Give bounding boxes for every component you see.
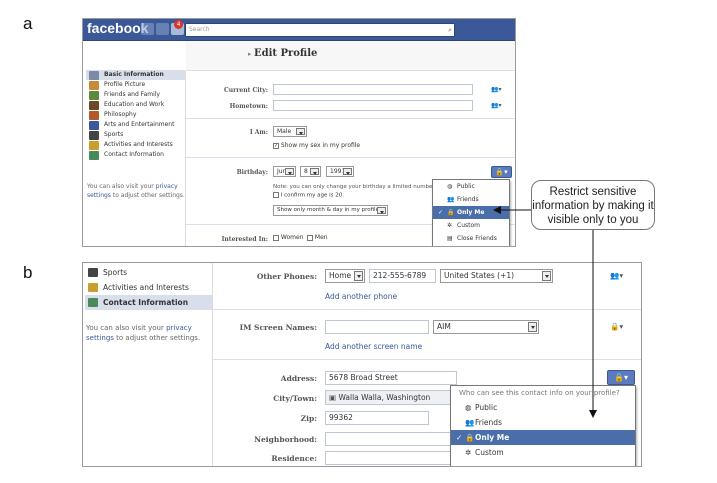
annotation-arrows [493,206,597,418]
